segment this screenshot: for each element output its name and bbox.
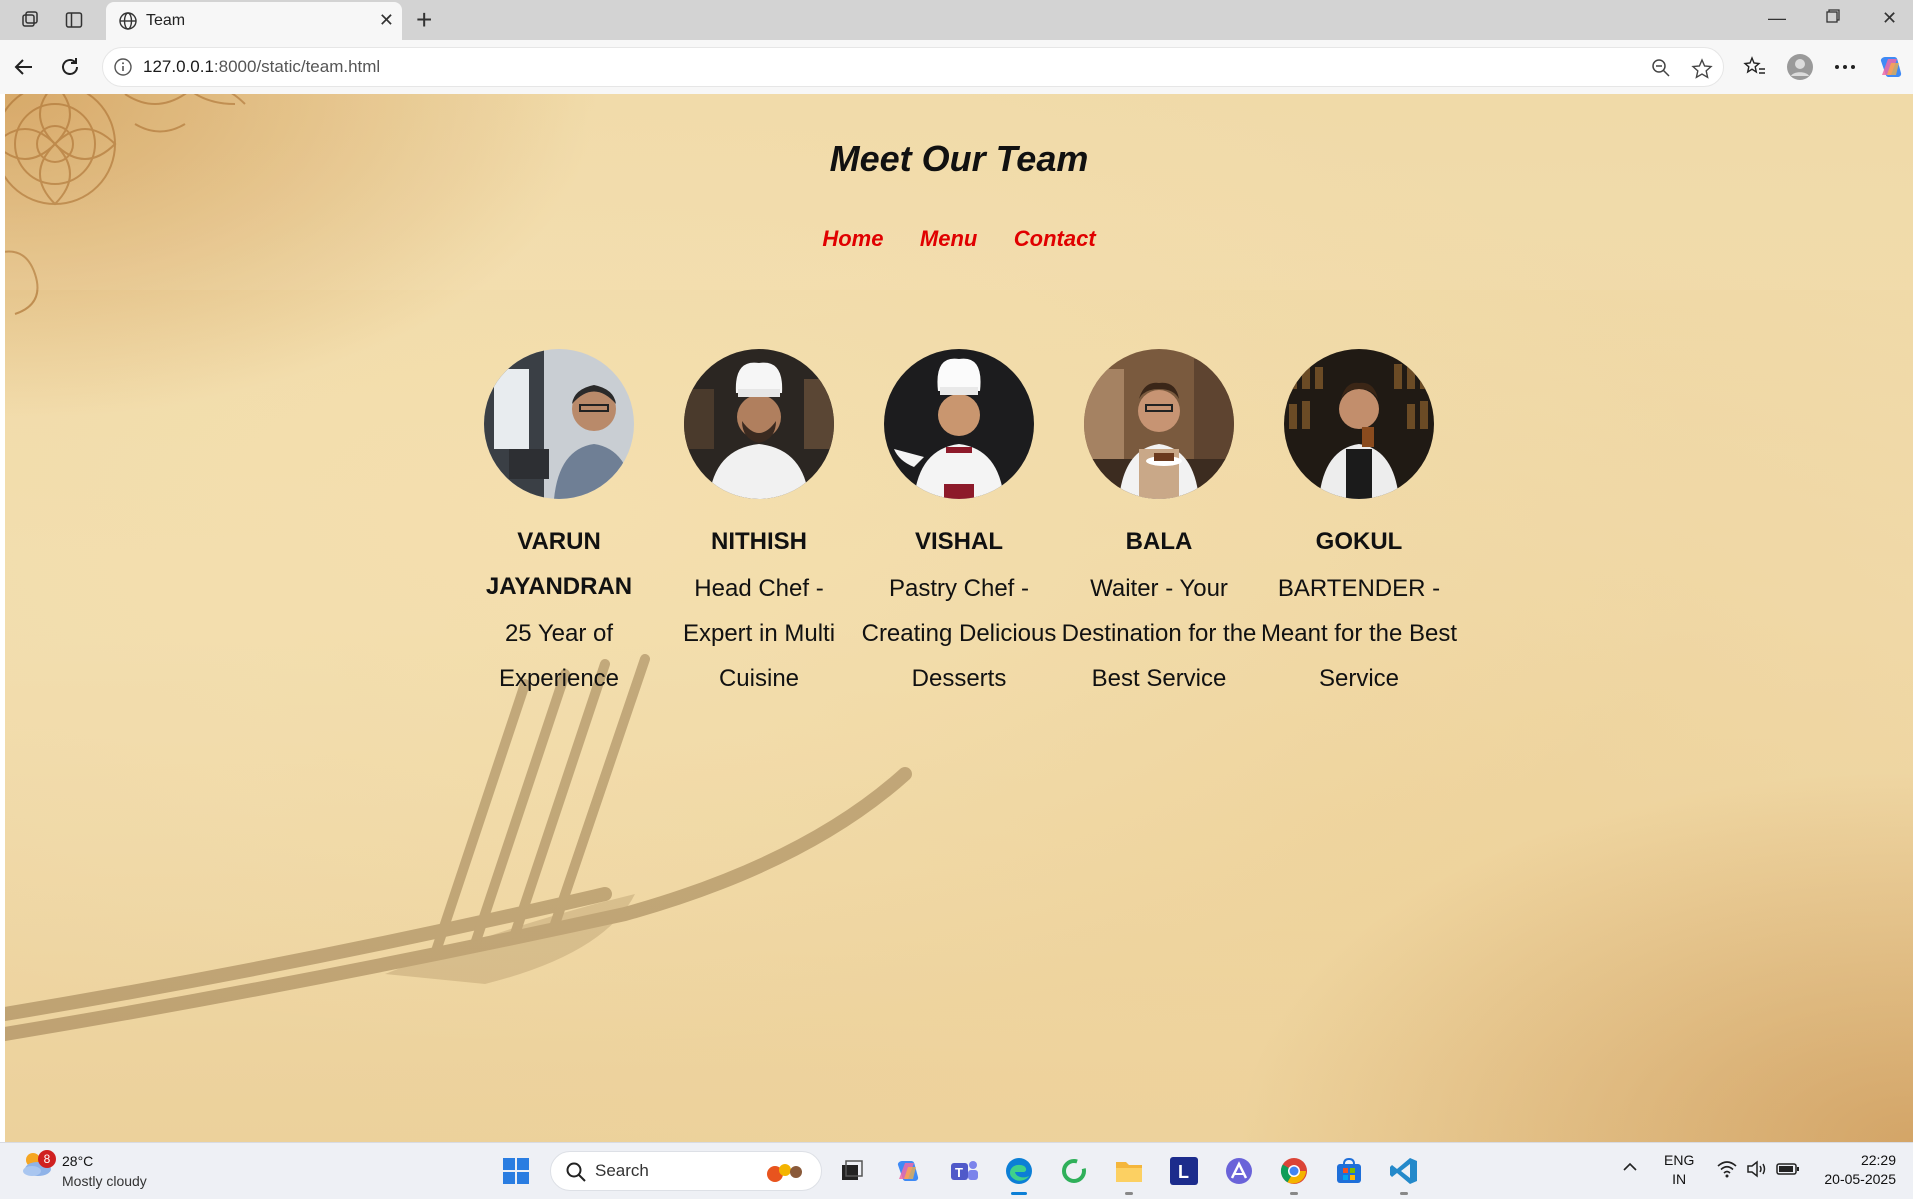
copilot-app-icon[interactable] bbox=[892, 1155, 924, 1187]
team-member-card: NITHISH Head Chef - Expert in Multi Cuis… bbox=[659, 349, 859, 701]
search-icon bbox=[565, 1161, 587, 1188]
anaconda-icon[interactable] bbox=[1223, 1155, 1255, 1187]
weather-alert-badge: 8 bbox=[38, 1150, 56, 1168]
task-view-icon[interactable] bbox=[836, 1155, 868, 1187]
windows-start-icon[interactable] bbox=[500, 1155, 532, 1187]
workspaces-icon[interactable] bbox=[18, 8, 42, 32]
favorite-star-icon[interactable] bbox=[1691, 58, 1713, 85]
team-member-name: VARUN JAYANDRAN bbox=[485, 528, 633, 600]
team-member-photo bbox=[484, 349, 634, 499]
language-code: ENG bbox=[1664, 1152, 1695, 1168]
favorites-icon[interactable] bbox=[1741, 53, 1769, 81]
team-member-role: Head Chef - Expert in Multi Cuisine bbox=[682, 575, 836, 692]
clock-time: 22:29 bbox=[1860, 1152, 1896, 1168]
l-app-icon[interactable]: L bbox=[1168, 1155, 1200, 1187]
close-window-icon[interactable]: ✕ bbox=[1882, 8, 1897, 29]
team-member-card: VISHAL Pastry Chef - Creating Delicious … bbox=[859, 349, 1059, 701]
weather-condition: Mostly cloudy bbox=[62, 1173, 147, 1189]
team-member-role: BARTENDER - Meant for the Best Service bbox=[1260, 575, 1458, 692]
svg-text:L: L bbox=[1178, 1162, 1189, 1182]
team-member-photo bbox=[884, 349, 1034, 499]
volume-icon[interactable] bbox=[1746, 1160, 1768, 1183]
zoom-out-icon[interactable] bbox=[1651, 58, 1671, 83]
refresh-app-icon[interactable] bbox=[1058, 1155, 1090, 1187]
svg-text:T: T bbox=[955, 1165, 963, 1180]
page-title: Meet Our Team bbox=[829, 138, 1089, 179]
vscode-icon[interactable] bbox=[1388, 1155, 1420, 1195]
input-language[interactable]: ENG IN bbox=[1664, 1151, 1694, 1189]
search-highlight-icon bbox=[763, 1160, 807, 1189]
wifi-icon[interactable] bbox=[1716, 1160, 1738, 1183]
weather-widget[interactable]: 8 28°C Mostly cloudy bbox=[20, 1149, 147, 1189]
search-placeholder: Search bbox=[595, 1161, 649, 1180]
site-info-icon[interactable] bbox=[113, 57, 133, 82]
weather-temperature: 28°C bbox=[62, 1153, 94, 1169]
team-member-role: Waiter - Your Destination for the Best S… bbox=[1061, 575, 1257, 692]
windows-taskbar: 8 28°C Mostly cloudy Search T L ENG IN 2… bbox=[0, 1142, 1913, 1199]
team-member-photo bbox=[1084, 349, 1234, 499]
taskbar-search[interactable]: Search bbox=[550, 1151, 822, 1191]
file-explorer-icon[interactable] bbox=[1113, 1155, 1145, 1195]
url-host: 127.0.0.1 bbox=[143, 57, 214, 76]
show-hidden-icons-chevron-up-icon[interactable] bbox=[1622, 1159, 1638, 1180]
tab-team[interactable]: Team ✕ bbox=[106, 2, 402, 40]
team-member-role: 25 Year of Experience bbox=[498, 620, 620, 692]
back-icon[interactable] bbox=[10, 53, 38, 81]
nav-link-contact[interactable]: Contact bbox=[1014, 226, 1096, 252]
browser-nav-bar: 127.0.0.1:8000/static/team.html bbox=[0, 40, 1913, 94]
browser-tab-bar: Team ✕ + — ✕ bbox=[0, 0, 1913, 40]
team-member-photo bbox=[684, 349, 834, 499]
team-grid: VARUN JAYANDRAN 25 Year of Experience NI… bbox=[5, 349, 1913, 701]
team-member-card: VARUN JAYANDRAN 25 Year of Experience bbox=[459, 349, 659, 701]
edge-browser-icon[interactable] bbox=[1003, 1155, 1035, 1195]
team-member-card: GOKUL BARTENDER - Meant for the Best Ser… bbox=[1259, 349, 1459, 701]
team-member-name: GOKUL bbox=[1315, 528, 1403, 555]
more-options-icon[interactable] bbox=[1831, 53, 1859, 81]
restore-icon[interactable] bbox=[1825, 8, 1841, 29]
nav-link-menu[interactable]: Menu bbox=[920, 226, 977, 252]
refresh-icon[interactable] bbox=[56, 53, 84, 81]
vertical-tabs-icon[interactable] bbox=[62, 8, 86, 32]
url-path: :8000/static/team.html bbox=[213, 57, 381, 76]
region-code: IN bbox=[1672, 1171, 1687, 1187]
main-nav: Home Menu Contact bbox=[5, 226, 1913, 252]
chrome-icon[interactable] bbox=[1278, 1155, 1310, 1195]
close-tab-icon[interactable]: ✕ bbox=[379, 10, 394, 31]
fork-background-image bbox=[5, 654, 912, 1041]
team-page: Meet Our Team Home Menu Contact VARUN JA… bbox=[5, 94, 1913, 1142]
team-member-role: Pastry Chef - Creating Delicious Dessert… bbox=[861, 575, 1057, 692]
header-band bbox=[5, 94, 1913, 290]
new-tab-button[interactable]: + bbox=[416, 4, 432, 36]
clock[interactable]: 22:29 20-05-2025 bbox=[1816, 1151, 1896, 1189]
team-member-photo bbox=[1284, 349, 1434, 499]
team-member-card: BALA Waiter - Your Destination for the B… bbox=[1059, 349, 1259, 701]
team-member-name: VISHAL bbox=[914, 528, 1003, 555]
copilot-icon[interactable] bbox=[1877, 53, 1905, 81]
teams-icon[interactable]: T bbox=[948, 1155, 980, 1187]
tab-title: Team bbox=[146, 12, 186, 29]
globe-icon bbox=[118, 11, 138, 36]
store-icon[interactable] bbox=[1333, 1155, 1365, 1187]
clock-date: 20-05-2025 bbox=[1824, 1171, 1896, 1187]
address-bar[interactable]: 127.0.0.1:8000/static/team.html bbox=[102, 47, 1724, 87]
minimize-icon[interactable]: — bbox=[1768, 8, 1786, 29]
nav-link-home[interactable]: Home bbox=[822, 226, 883, 252]
battery-icon[interactable] bbox=[1776, 1160, 1800, 1183]
profile-avatar-icon[interactable] bbox=[1786, 53, 1814, 81]
team-member-name: NITHISH bbox=[711, 528, 807, 555]
team-member-name: BALA bbox=[1125, 528, 1193, 555]
